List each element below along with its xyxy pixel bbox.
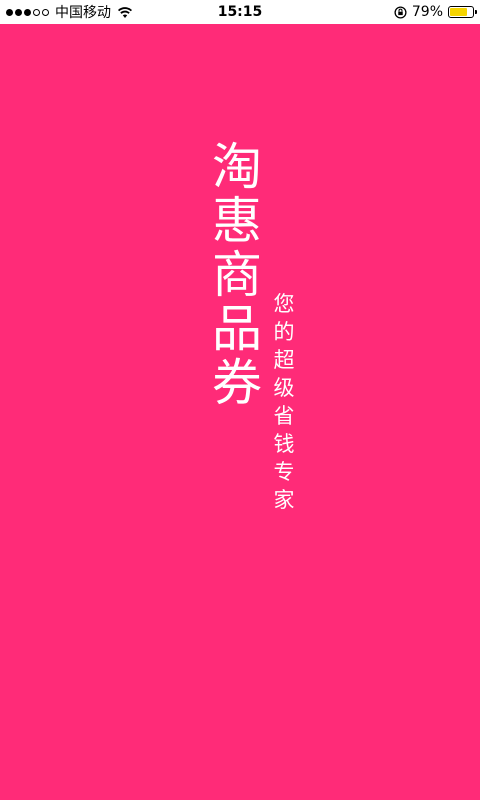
status-right: 79% xyxy=(394,0,477,24)
battery-icon xyxy=(448,6,477,18)
title-char: 淘 xyxy=(212,138,262,196)
battery-percentage: 79% xyxy=(411,4,443,20)
slogan-char: 的 xyxy=(273,320,295,344)
slogan-char: 省 xyxy=(273,404,295,428)
title-char: 券 xyxy=(212,354,262,412)
title-char: 品 xyxy=(212,300,262,358)
status-bar: 中国移动 15:15 79% xyxy=(0,0,480,24)
title-char: 商 xyxy=(212,246,262,304)
slogan-char: 钱 xyxy=(273,432,295,456)
rotation-lock-icon xyxy=(394,5,407,19)
slogan-char: 级 xyxy=(273,376,295,400)
slogan-char: 您 xyxy=(273,292,295,316)
title-char: 惠 xyxy=(212,192,262,250)
slogan-vertical: 您的超级省钱专家 xyxy=(270,290,298,514)
battery-level-fill xyxy=(450,8,468,16)
app-title-vertical: 淘惠商品券 xyxy=(205,140,269,410)
slogan-char: 超 xyxy=(273,348,295,372)
slogan-char: 家 xyxy=(273,488,295,512)
slogan-char: 专 xyxy=(273,460,295,484)
